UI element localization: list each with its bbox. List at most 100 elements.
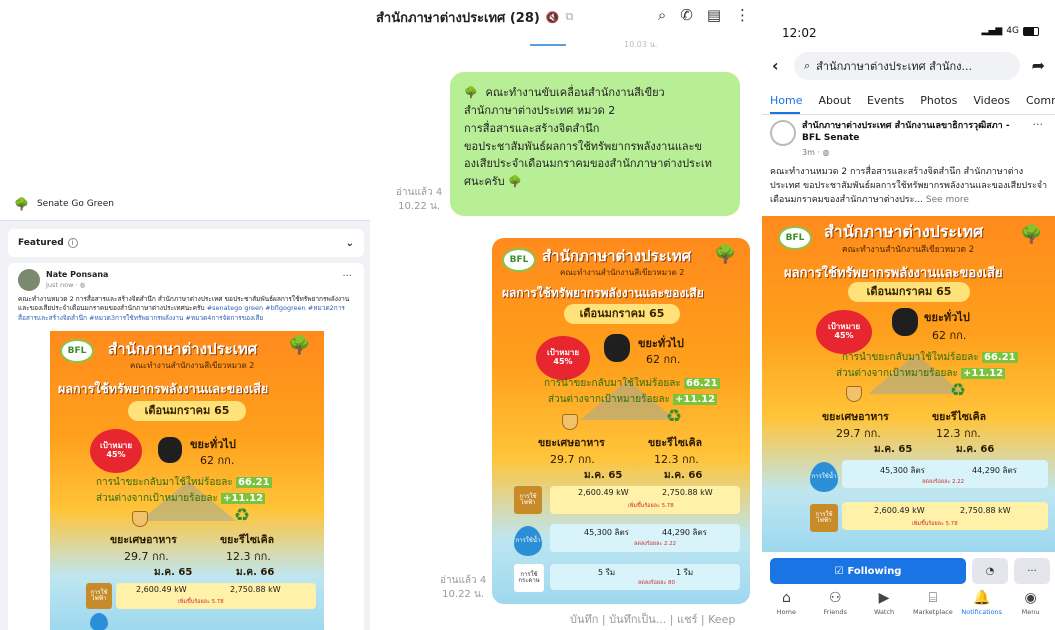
post-time: 3m · ◍ xyxy=(802,148,830,157)
avatar[interactable] xyxy=(18,269,40,291)
tab-about[interactable]: About xyxy=(818,94,851,107)
water-change: ลดลงร้อยละ 2.22 xyxy=(922,477,964,486)
water-change-text: ลดลงร้อยละ 2.22 xyxy=(922,479,965,485)
general-waste-label: ขยะทั่วไป xyxy=(924,311,970,324)
read-receipt-1: อ่านแล้ว 4 10.22 น. xyxy=(396,186,442,214)
bell-icon: 🔔 xyxy=(973,590,991,606)
electricity-change-text: เพิ่มขึ้นร้อยละ 5.78 xyxy=(912,521,958,527)
post-time-text: 3m · xyxy=(802,148,823,157)
mute-icon[interactable]: 🔇 xyxy=(546,11,560,24)
marketplace-icon: ⌸ xyxy=(928,590,938,606)
tab-community[interactable]: Comm xyxy=(1026,94,1055,107)
reuse-value: 66.21 xyxy=(683,378,720,389)
reuse-text-label: การนำขยะกลับมาใช้ใหม่ร้อยละ xyxy=(544,378,681,389)
message-bubble[interactable]: 🌳 คณะทำงานขับเคลื่อนสำนักงานสีเขียว สำนั… xyxy=(450,72,740,216)
post-body: คณะทำงานหมวด 2 การสื่อสารและสร้างจิตสำนึ… xyxy=(770,167,1048,205)
info-icon[interactable]: i xyxy=(67,238,78,248)
read-receipt-2: อ่านแล้ว 4 10.22 น. xyxy=(440,574,486,602)
nav-friends[interactable]: ⚇ Friends xyxy=(812,586,858,630)
check-icon: ☑ xyxy=(834,565,844,577)
infographic-image[interactable]: BFL สำนักภาษาต่างประเทศ คณะทำงานสำนักงาน… xyxy=(762,216,1055,552)
search-bar[interactable]: ⌕ สำนักภาษาต่างประเทศ สำนักง... xyxy=(794,52,1020,80)
phone-icon[interactable]: ✆ xyxy=(680,6,693,24)
nav-notifications[interactable]: 🔔 Notifications xyxy=(959,586,1005,630)
infographic-title: สำนักภาษาต่างประเทศ xyxy=(108,340,258,358)
nav-watch[interactable]: ▶ Watch xyxy=(861,586,907,630)
water-tag: การใช้น้ำ xyxy=(810,462,838,492)
recycle-value: 12.3 กก. xyxy=(226,550,271,563)
nav-marketplace[interactable]: ⌸ Marketplace xyxy=(910,586,956,630)
action-bar: ☑ Following ◔ ··· xyxy=(770,558,1050,584)
reuse-text-label: การนำขยะกลับมาใช้ใหม่ร้อยละ xyxy=(96,477,233,488)
image-actions[interactable]: บันทึก | บันทึกเป็น... | แชร์ | Keep xyxy=(570,610,735,628)
bubble-line-1-text: คณะทำงานขับเคลื่อนสำนักงานสีเขียว xyxy=(485,86,665,99)
globe-icon: ◍ xyxy=(822,148,830,157)
page-name[interactable]: Senate Go Green xyxy=(37,199,114,209)
food-waste-label: ขยะเศษอาหาร xyxy=(538,437,605,449)
bubble-line-5: องเสียประจำเดือนมกราคมของสำนักภาษาต่างปร… xyxy=(464,157,712,171)
nav-menu[interactable]: ◉ Menu xyxy=(1008,586,1054,630)
back-arrow-icon[interactable]: ‹ xyxy=(772,56,779,75)
diff-text-label: ส่วนต่างจากเป้าหมายร้อยละ xyxy=(96,493,218,504)
infographic-image[interactable]: BFL สำนักภาษาต่างประเทศ คณะทำงานสำนักงาน… xyxy=(492,238,750,604)
recycle-value: 12.3 กก. xyxy=(654,453,699,466)
nav-menu-label: Menu xyxy=(1021,608,1040,616)
tab-photos[interactable]: Photos xyxy=(920,94,957,107)
target-badge: เป้าหมาย 45% xyxy=(536,336,590,380)
post-author[interactable]: Nate Ponsana xyxy=(46,270,108,279)
infographic-banner: ผลการใช้ทรัพยากรพลังงานและของเสีย xyxy=(502,286,704,300)
chevron-down-icon[interactable]: ⌄ xyxy=(346,238,354,249)
food-waste-value: 29.7 กก. xyxy=(836,427,881,440)
diff-text-label: ส่วนต่างจากเป้าหมายร้อยละ xyxy=(836,368,958,379)
tab-videos[interactable]: Videos xyxy=(973,94,1010,107)
col-header-65: ม.ค. 65 xyxy=(584,470,623,481)
search-icon[interactable]: ⌕ xyxy=(658,6,666,24)
featured-section[interactable]: Featured i ⌄ xyxy=(8,229,364,257)
food-icon xyxy=(562,414,578,430)
infographic-image[interactable]: BFL สำนักภาษาต่างประเทศ คณะทำงานสำนักงาน… xyxy=(50,331,324,630)
electricity-value-65: 2,600.49 kW xyxy=(874,506,925,515)
electricity-change: เพิ่มขึ้นร้อยละ 5.78 xyxy=(178,597,224,606)
more-options-icon[interactable]: ··· xyxy=(342,271,352,282)
reuse-text-label: การนำขยะกลับมาใช้ใหม่ร้อยละ xyxy=(842,352,979,363)
recycle-icon: ♻ xyxy=(234,505,251,526)
paper-value-66: 1 รีม xyxy=(676,568,694,577)
chat-title[interactable]: สำนักภาษาต่างประเทศ (28) xyxy=(376,7,540,28)
diff-value: +11.12 xyxy=(221,493,266,504)
recycle-icon: ♻ xyxy=(950,380,967,401)
water-value-65: 45,300 ลิตร xyxy=(584,528,629,537)
month-pill: เดือนมกราคม 65 xyxy=(848,282,970,302)
tab-events[interactable]: Events xyxy=(867,94,904,107)
post-time: Just now · ◍ xyxy=(46,281,85,289)
avatar[interactable] xyxy=(770,120,796,146)
electricity-change: เพิ่มขึ้นร้อยละ 5.78 xyxy=(628,501,674,510)
messenger-button[interactable]: ◔ xyxy=(972,558,1008,584)
header-actions: ⌕ ✆ ▤ ⋮ xyxy=(658,6,750,24)
post-text: คณะทำงานหมวด 2 การสื่อสารและสร้างจิตสำนึ… xyxy=(18,295,354,323)
more-icon: ··· xyxy=(1027,565,1037,577)
post-page-name[interactable]: สำนักภาษาต่างประเทศ สำนักงานเลขาธิการวุฒ… xyxy=(802,120,1022,144)
following-button[interactable]: ☑ Following xyxy=(770,558,966,584)
water-value-66: 44,290 ลิตร xyxy=(662,528,707,537)
reuse-value: 66.21 xyxy=(981,352,1018,363)
diff-text: ส่วนต่างจากเป้าหมายร้อยละ +11.12 xyxy=(836,366,1006,381)
target-badge: เป้าหมาย 45% xyxy=(90,429,142,473)
home-icon: ⌂ xyxy=(781,590,791,606)
share-icon[interactable]: ➦ xyxy=(1032,56,1045,75)
nav-home[interactable]: ⌂ Home xyxy=(763,586,809,630)
more-button[interactable]: ··· xyxy=(1014,558,1050,584)
paper-value-65: 5 รีม xyxy=(598,568,616,577)
infographic-banner: ผลการใช้ทรัพยากรพลังงานและของเสีย xyxy=(58,381,269,396)
col-header-66: ม.ค. 66 xyxy=(664,470,703,481)
line-chat-panel: สำนักภาษาต่างประเทศ (28) 🔇 ⧉ ⌕ ✆ ▤ ⋮ 10.… xyxy=(370,0,758,630)
tab-home[interactable]: Home xyxy=(770,94,802,107)
see-more-link[interactable]: See more xyxy=(926,195,969,205)
menu-icon[interactable]: ⋮ xyxy=(735,6,750,24)
copy-icon[interactable]: ⧉ xyxy=(566,10,574,24)
infographic-subtitle: คณะทำงานสำนักงานสีเขียวหมวด 2 xyxy=(560,268,685,277)
notes-icon[interactable]: ▤ xyxy=(707,6,721,24)
electricity-change-text: เพิ่มขึ้นร้อยละ 5.78 xyxy=(628,503,674,509)
tree-icon: 🌳 xyxy=(1020,224,1043,245)
water-change-text: ลดลงร้อยละ 2.22 xyxy=(634,541,677,547)
more-options-icon[interactable]: ··· xyxy=(1033,118,1044,131)
